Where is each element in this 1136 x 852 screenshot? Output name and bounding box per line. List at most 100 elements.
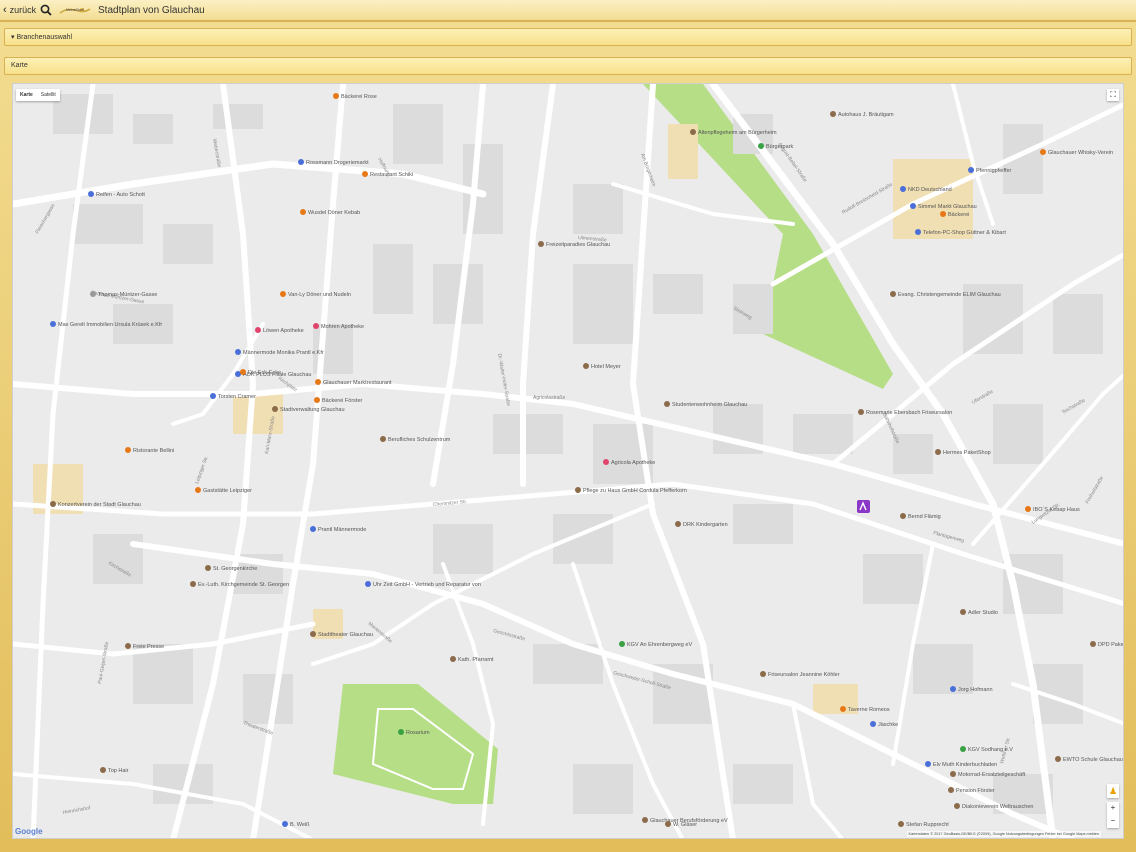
branchen-panel[interactable]: ▾ Branchenauswahl: [4, 28, 1132, 46]
poi-label[interactable]: Top Hair: [108, 768, 129, 774]
poi-label[interactable]: Glauchauer Whisky-Verein: [1048, 150, 1113, 156]
poi-label[interactable]: Wusdel Döner Kebab: [308, 210, 360, 216]
poi-label[interactable]: Van-Ly Döner und Nudeln: [288, 292, 351, 298]
fullscreen-icon[interactable]: ⛶: [1107, 89, 1119, 101]
poi-label[interactable]: Elv Muth Kinderbuchladen: [933, 762, 997, 768]
poi-label[interactable]: Autohaus J. Bräutigam: [838, 112, 894, 118]
poi-label[interactable]: Adler Studio: [968, 610, 998, 616]
poi-marker[interactable]: Pflege zu Haus GmbH Cordula Pfefferkorn: [575, 487, 687, 494]
poi-marker[interactable]: Mohren Apotheke: [313, 323, 364, 330]
poi-label[interactable]: Bürgerpark: [766, 144, 793, 150]
poi-marker[interactable]: IBO´S Kebap Haus: [1025, 506, 1080, 513]
location-marker[interactable]: [857, 500, 870, 513]
map-attribution[interactable]: Kartendaten © 2017 GeoBasis-DE/BKG (©200…: [906, 831, 1101, 837]
poi-marker[interactable]: St. Georgenkirche: [205, 565, 257, 572]
poi-label[interactable]: B. Weiß: [290, 822, 310, 828]
poi-marker[interactable]: Pension Förster: [948, 787, 995, 794]
poi-label[interactable]: Rosemarie Ebersbach Friseursalon: [866, 410, 952, 416]
poi-label[interactable]: KGV Sodhang e.V: [968, 747, 1013, 753]
poi-label[interactable]: DRK Kindergarten: [683, 522, 728, 528]
poi-label[interactable]: Rosarium: [406, 730, 430, 736]
map-svg[interactable]: Fleischergasse Weberstraße Hoffnung Kirc…: [13, 84, 1124, 839]
poi-marker[interactable]: Max Gerelt Immobilien Ursula Krüsek e.Kf…: [50, 321, 162, 328]
poi-label[interactable]: Pension Förster: [956, 788, 995, 794]
poi-label[interactable]: Männermode Monika Prantl e.Kfr: [243, 350, 324, 356]
poi-marker[interactable]: Evang. Christengemeinde ELIM Glauchau: [890, 291, 1001, 298]
poi-label[interactable]: Telefon-PC-Shop Güttner & Kibart: [923, 230, 1006, 236]
poi-marker[interactable]: Simmel Markt Glauchau: [910, 203, 977, 210]
poi-label[interactable]: Bäckerei: [948, 212, 969, 218]
poi-marker[interactable]: Studentenwohnheim Glauchau: [664, 401, 747, 408]
poi-label[interactable]: Diakonieverein Weltrauschen: [962, 804, 1033, 810]
poi-label[interactable]: Konzertverein der Stadt Glauchau: [58, 502, 141, 508]
poi-marker[interactable]: Van-Ly Döner und Nudeln: [280, 291, 351, 298]
poi-label[interactable]: Torsten Cramer: [218, 394, 256, 400]
poi-label[interactable]: Bäckerei Förster: [322, 398, 363, 404]
poi-label[interactable]: Restaurant Schiki: [370, 172, 413, 178]
poi-label[interactable]: Die Eck-Ecke: [248, 370, 281, 376]
poi-label[interactable]: Thomas-Müntzer-Gasse: [98, 292, 157, 298]
poi-label[interactable]: Hotel Meyer: [591, 364, 621, 370]
poi-label[interactable]: Jäschke: [878, 722, 898, 728]
poi-label[interactable]: Hermes PaketShop: [943, 450, 991, 456]
poi-marker[interactable]: Taverne Romeos: [840, 706, 890, 713]
poi-label[interactable]: Agricola Apotheke: [611, 460, 655, 466]
poi-label[interactable]: Gaststätte Leipziger: [203, 488, 252, 494]
poi-label[interactable]: Rossmann Drogeriemarkt: [306, 160, 369, 166]
poi-marker[interactable]: Rosemarie Ebersbach Friseursalon: [858, 409, 952, 416]
search-icon[interactable]: [40, 4, 52, 16]
poi-marker[interactable]: Freizeitparadies Glauchau: [538, 241, 610, 248]
poi-marker[interactable]: Altenpflegeheim am Bürgerheim: [690, 129, 777, 136]
poi-label[interactable]: St. Georgenkirche: [213, 566, 257, 572]
poi-label[interactable]: IBO´S Kebap Haus: [1033, 507, 1080, 513]
poi-marker[interactable]: NKD Deutschland: [900, 186, 952, 193]
map-type-karte[interactable]: Karte: [16, 89, 37, 101]
poi-label[interactable]: Stadttheater Glauchau: [318, 632, 373, 638]
poi-label[interactable]: Kath. Pfarramt: [458, 657, 494, 663]
poi-label[interactable]: Jorg Hofmann: [958, 687, 993, 693]
poi-marker[interactable]: Konzertverein der Stadt Glauchau: [50, 501, 141, 508]
poi-marker[interactable]: Ev.-Luth. Kirchgemeinde St. Georgen: [190, 581, 289, 588]
poi-label[interactable]: Ristorante Bellini: [133, 448, 174, 454]
poi-marker[interactable]: Autohaus J. Bräutigam: [830, 111, 894, 118]
poi-marker[interactable]: Bäckerei Förster: [314, 397, 363, 404]
poi-marker[interactable]: Reifen - Auto Schott: [88, 191, 145, 198]
poi-marker[interactable]: KGV An Ehrenbergweg eV: [619, 641, 692, 648]
poi-marker[interactable]: Gaststätte Leipziger: [195, 487, 252, 494]
poi-marker[interactable]: Restaurant Schiki: [362, 171, 413, 178]
poi-label[interactable]: Bäckerei Rose: [341, 94, 377, 100]
poi-marker[interactable]: Stadttheater Glauchau: [310, 631, 373, 638]
poi-label[interactable]: Altenpflegeheim am Bürgerheim: [698, 130, 777, 136]
poi-label[interactable]: NKD Deutschland: [908, 187, 952, 193]
poi-label[interactable]: Stadtverwaltung Glauchau: [280, 407, 345, 413]
poi-marker[interactable]: Uhr Zeit GmbH - Vertrieb und Reparatur v…: [365, 581, 481, 588]
poi-label[interactable]: Pfennigpfeiffer: [976, 168, 1012, 174]
poi-label[interactable]: Simmel Markt Glauchau: [918, 204, 977, 210]
poi-marker[interactable]: Friseursalon Jeannine Köhler: [760, 671, 840, 678]
poi-label[interactable]: Prantl Männermode: [318, 527, 366, 533]
poi-label[interactable]: Uhr Zeit GmbH - Vertrieb und Reparatur v…: [373, 582, 481, 588]
poi-label[interactable]: DPD PaketShop: [1098, 642, 1124, 648]
zoom-control[interactable]: + −: [1107, 802, 1119, 828]
back-button[interactable]: ‹ zurück: [3, 4, 36, 16]
poi-marker[interactable]: Stadtverwaltung Glauchau: [272, 406, 345, 413]
pegman-icon[interactable]: ♟: [1107, 784, 1119, 798]
poi-label[interactable]: Studentenwohnheim Glauchau: [672, 402, 747, 408]
map-type-satellit[interactable]: Satellit: [37, 89, 60, 101]
poi-label[interactable]: Glauchauer Marktrestaurant: [323, 380, 392, 386]
poi-label[interactable]: W. Gläser: [673, 822, 697, 828]
branchen-label[interactable]: ▾ Branchenauswahl: [11, 33, 72, 41]
poi-marker[interactable]: Hermes PaketShop: [935, 449, 991, 456]
poi-label[interactable]: Motorrad-Ersatzteilgeschäft: [958, 772, 1026, 778]
poi-marker[interactable]: Stefan Rupprecht: [898, 821, 949, 828]
poi-label[interactable]: Löwen Apotheke: [263, 328, 304, 334]
poi-label[interactable]: Freizeitparadies Glauchau: [546, 242, 610, 248]
poi-marker[interactable]: Motorrad-Ersatzteilgeschäft: [950, 771, 1026, 778]
poi-label[interactable]: KGV An Ehrenbergweg eV: [627, 642, 692, 648]
map-type-control[interactable]: Karte Satellit: [16, 89, 60, 101]
poi-marker[interactable]: Glauchauer Whisky-Verein: [1040, 149, 1113, 156]
poi-label[interactable]: Evang. Christengemeinde ELIM Glauchau: [898, 292, 1001, 298]
poi-label[interactable]: Bernd Flämig: [908, 514, 941, 520]
poi-marker[interactable]: Ristorante Bellini: [125, 447, 174, 454]
poi-label[interactable]: Max Gerelt Immobilien Ursula Krüsek e.Kf…: [58, 322, 162, 328]
